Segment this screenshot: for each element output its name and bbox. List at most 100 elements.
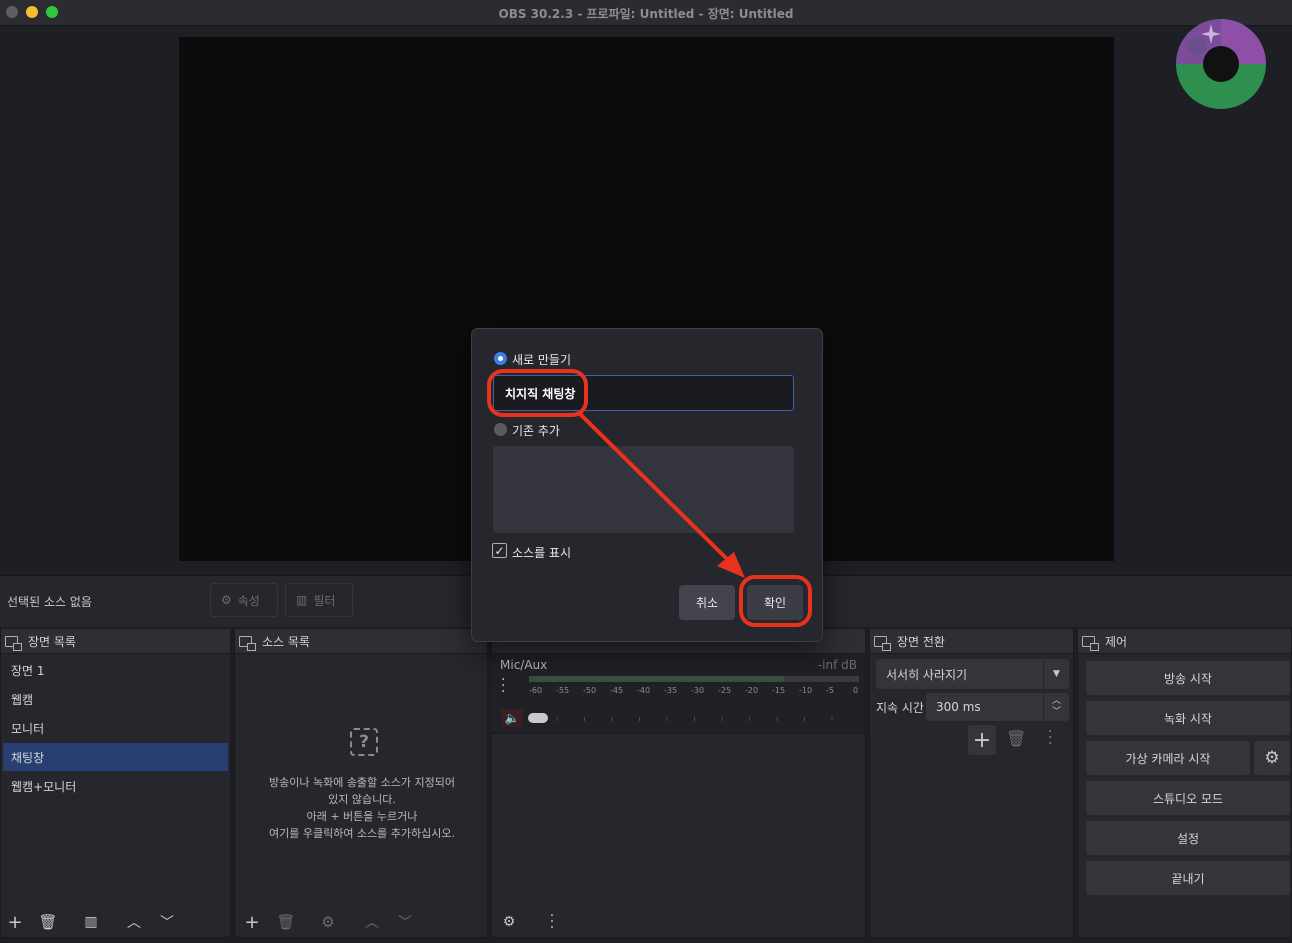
scenes-dock: 장면 목록 장면 1 웹캠 모니터 채팅창 웹캠+모니터 + 🗑 ▥ ︿ ﹀ (0, 628, 231, 938)
studio-mode-button[interactable]: 스튜디오 모드 (1086, 781, 1290, 815)
scenes-dock-footer: + 🗑 ▥ ︿ ﹀ (1, 907, 230, 937)
spinner-arrows-icon[interactable]: ︿ ﹀ (1043, 693, 1069, 721)
slider-tick (666, 717, 668, 721)
create-new-radio[interactable] (494, 352, 507, 365)
add-source-icon[interactable]: + (240, 910, 264, 934)
sources-dock-header: 소스 목록 (235, 629, 487, 654)
meter-tick-label: -15 (772, 686, 786, 695)
add-existing-label[interactable]: 기존 추가 (512, 422, 560, 439)
volume-slider-handle[interactable] (528, 713, 548, 723)
transitions-dock-title: 장면 전환 (897, 634, 945, 649)
move-up-icon[interactable]: ︿ (122, 910, 146, 934)
scene-item[interactable]: 웹캠 (3, 685, 228, 713)
slider-tick (611, 717, 613, 721)
slider-tick (694, 717, 695, 721)
transition-menu-icon[interactable]: · · · (1048, 725, 1052, 751)
slider-tick (721, 717, 723, 721)
trash-icon[interactable]: 🗑 (1006, 729, 1026, 748)
slider-tick (639, 717, 640, 721)
source-name-input[interactable]: 치지직 채팅창 (493, 375, 794, 411)
cancel-button[interactable]: 취소 (679, 585, 735, 620)
slider-tick (776, 717, 778, 721)
meter-tick-label: -10 (799, 686, 813, 695)
sources-dock-footer: + 🗑 ⚙ ︿ ﹀ (235, 907, 487, 937)
properties-label: 속성 (237, 593, 260, 608)
add-transition-icon[interactable]: + (968, 725, 996, 755)
existing-sources-list[interactable] (493, 446, 794, 533)
scenes-dock-title: 장면 목록 (28, 634, 76, 649)
scene-item-selected[interactable]: 채팅창 (3, 743, 228, 771)
start-virtual-camera-button[interactable]: 가상 카메라 시작 (1086, 741, 1250, 775)
speaker-muted-icon[interactable]: 🔈 (501, 709, 523, 727)
exit-button[interactable]: 끝내기 (1086, 861, 1290, 895)
scene-item[interactable]: 장면 1 (3, 656, 228, 684)
create-source-dialog: 새로 만들기 치지직 채팅창 기존 추가 ✓ 소스를 표시 취소 확인 (471, 328, 823, 642)
scenes-dock-header: 장면 목록 (1, 629, 230, 654)
filters-button[interactable]: ▥ 필터 (285, 583, 353, 617)
sources-dock: 소스 목록 ? 방송이나 녹화에 송출할 소스가 지정되어 있지 않습니다. 아… (234, 628, 488, 938)
meter-tick-label: 0 (853, 686, 859, 695)
question-mark-icon: ? (350, 728, 378, 756)
slider-tick (749, 717, 750, 721)
filter-icon: ▥ (296, 593, 308, 607)
slider-tick (804, 717, 805, 721)
meter-tick-label: -25 (718, 686, 732, 695)
scene-transitions-dock: 장면 전환 서서히 사라지기 ▼ 지속 시간 300 ms ︿ ﹀ + 🗑 · · · (869, 628, 1074, 938)
dock-undock-icon[interactable] (1082, 635, 1099, 651)
meter-tick-label: -5 (826, 686, 834, 695)
volume-meter (529, 676, 859, 682)
filters-label: 필터 (313, 593, 336, 608)
gear-icon: ⚙ (221, 593, 232, 607)
transitions-dock-header: 장면 전환 (870, 629, 1073, 654)
meter-tick-label: -20 (745, 686, 759, 695)
trash-icon[interactable]: 🗑 (36, 910, 60, 934)
audio-mixer-dock: Mic/Aux -inf dB · · · -60 -55 -50 -45 -40 -35 -3… (491, 628, 866, 938)
scene-filter-icon[interactable]: ▥ (79, 910, 103, 934)
meter-tick-label: -35 (664, 686, 678, 695)
gear-icon[interactable]: ⚙ (1254, 741, 1290, 775)
scene-item[interactable]: 웹캠+모니터 (3, 772, 228, 800)
move-up-icon[interactable]: ︿ (360, 910, 384, 934)
meter-tick-label: -60 (529, 686, 543, 695)
move-down-icon[interactable]: ﹀ (393, 910, 417, 934)
ok-button[interactable]: 확인 (747, 585, 803, 620)
properties-button[interactable]: ⚙ 속성 (210, 583, 278, 617)
slider-tick (556, 717, 558, 721)
channel-menu-icon[interactable]: · · · (501, 673, 505, 699)
duration-input[interactable]: 300 ms ︿ ﹀ (926, 693, 1069, 721)
window-title: OBS 30.2.3 - 프로파일: Untitled - 장면: Untitl… (498, 7, 794, 21)
controls-dock: 제어 방송 시작 녹화 시작 가상 카메라 시작 ⚙ 스튜디오 모드 설정 끝내… (1077, 628, 1292, 938)
controls-dock-header: 제어 (1078, 629, 1291, 654)
start-streaming-button[interactable]: 방송 시작 (1086, 661, 1290, 695)
empty-sources-message[interactable]: 방송이나 녹화에 송출할 소스가 지정되어 있지 않습니다. 아래 + 버튼을 … (245, 774, 479, 842)
mixer-dock-footer: ⚙ · · · (492, 907, 865, 937)
volume-slider-track[interactable] (529, 717, 859, 721)
channel-name: Mic/Aux (500, 658, 548, 672)
scene-item[interactable]: 모니터 (3, 714, 228, 742)
meter-tick-label: -45 (610, 686, 624, 695)
add-scene-icon[interactable]: + (3, 910, 27, 934)
mixer-menu-icon[interactable]: · · · (540, 909, 564, 935)
mic-aux-channel: Mic/Aux -inf dB · · · -60 -55 -50 -45 -40 -35 -3… (492, 654, 865, 734)
add-existing-radio[interactable] (494, 423, 507, 436)
controls-dock-title: 제어 (1105, 634, 1128, 649)
advanced-audio-gear-icon[interactable]: ⚙ (497, 910, 521, 934)
make-visible-checkbox[interactable]: ✓ (492, 543, 507, 558)
slider-tick (831, 717, 833, 721)
create-new-label[interactable]: 새로 만들기 (512, 351, 571, 368)
dock-undock-icon[interactable] (239, 635, 256, 651)
settings-button[interactable]: 설정 (1086, 821, 1290, 855)
make-visible-label[interactable]: 소스를 표시 (512, 544, 571, 561)
title-bar: OBS 30.2.3 - 프로파일: Untitled - 장면: Untitl… (0, 0, 1292, 26)
move-down-icon[interactable]: ﹀ (155, 910, 179, 934)
gear-icon[interactable]: ⚙ (316, 910, 340, 934)
transition-select[interactable]: 서서히 사라지기 ▼ (876, 659, 1069, 689)
trash-icon[interactable]: 🗑 (274, 910, 298, 934)
meter-tick-label: -30 (691, 686, 705, 695)
channel-level: -inf dB (817, 658, 857, 672)
dock-undock-icon[interactable] (5, 635, 22, 651)
slider-tick (584, 717, 585, 721)
chevron-down-icon: ▼ (1043, 659, 1069, 689)
dock-undock-icon[interactable] (874, 635, 891, 651)
start-recording-button[interactable]: 녹화 시작 (1086, 701, 1290, 735)
